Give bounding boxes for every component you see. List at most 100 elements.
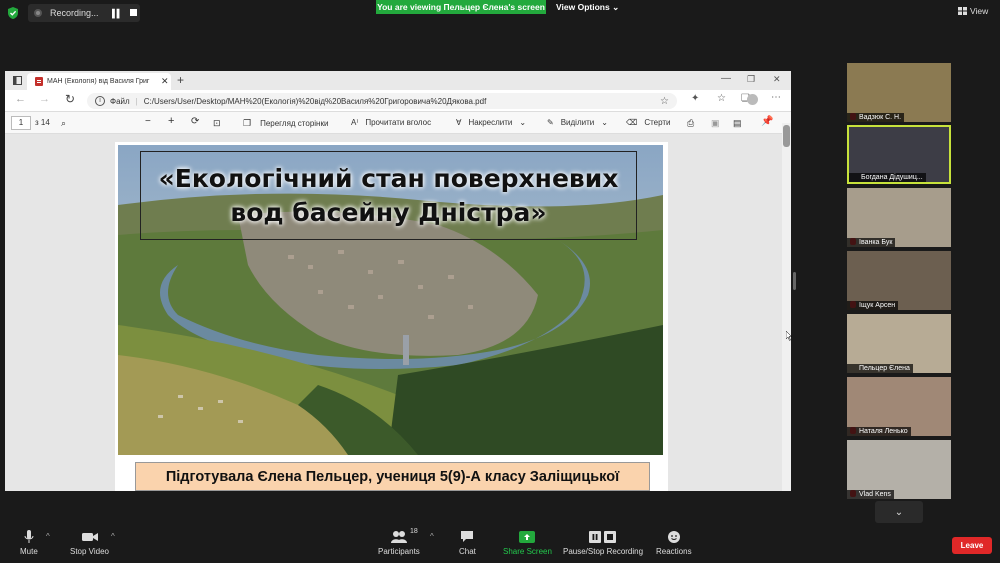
stop-recording-icon[interactable] [130, 9, 137, 16]
reactions-button[interactable]: Reactions [656, 530, 692, 556]
pause-stop-recording-icon [589, 531, 617, 543]
participants-count: 18 [410, 528, 418, 535]
slide-title-box: «Екологічний стан поверхневих вод басейн… [140, 151, 637, 240]
view-button[interactable]: View [958, 6, 988, 16]
page-count: з 14 [35, 118, 50, 127]
share-screen-icon [519, 531, 536, 543]
draw-label: Накреслити [468, 118, 513, 127]
viewing-screen-banner: You are viewing Пельцер Єлена's screen [376, 0, 546, 14]
zoom-control-bar: Mute ^ Stop Video ^ Participants 18 ^ Ch… [0, 526, 1000, 563]
chevron-down-icon: ⌄ [612, 2, 620, 12]
browser-tab[interactable]: МАН (Екологія) від Василя Григ ✕ [27, 73, 171, 90]
dniester-aerial-photo: «Екологічний стан поверхневих вод басейн… [118, 145, 663, 455]
forward-icon[interactable]: → [39, 93, 50, 105]
participants-options-chevron-icon[interactable]: ^ [430, 532, 434, 541]
participant-name: Іщук Арсен [847, 301, 899, 310]
new-tab-icon[interactable]: + [177, 73, 184, 87]
video-options-chevron-icon[interactable]: ^ [111, 532, 115, 541]
participant-gallery: Вадзюк С. Н. Богдана Дідушиц... Іванка Б… [847, 63, 953, 500]
rotate-icon[interactable]: ⟳ [191, 116, 199, 127]
print-icon[interactable]: ⎙ [687, 118, 694, 129]
scrollbar-thumb[interactable] [783, 125, 790, 147]
pause-recording-icon[interactable]: ▌▌ [112, 9, 122, 18]
participant-tile[interactable]: Вадзюк С. Н. [847, 63, 951, 122]
highlight-label: Виділити [560, 118, 595, 127]
microphone-icon [24, 530, 34, 543]
page-view-button[interactable]: ❐ Перегляд сторінки [243, 118, 328, 129]
save-as-icon[interactable]: ▤ [733, 118, 742, 129]
url-field[interactable]: i Файл | C:/Users/User/Desktop/МАН%20(Ек… [87, 93, 677, 109]
restore-icon[interactable]: ❐ [747, 74, 755, 85]
slide-title: «Екологічний стан поверхневих вод басейн… [159, 162, 619, 230]
fit-page-icon[interactable]: ⊡ [213, 118, 221, 129]
participant-tile[interactable]: Пельцер Єлена [847, 314, 951, 373]
pause-stop-recording-label: Pause/Stop Recording [563, 547, 644, 556]
favorites-icon[interactable]: ☆ [717, 93, 726, 104]
participant-tile-active[interactable]: Богдана Дідушиц... [847, 125, 951, 184]
slide-byline: Підготувала Єлена Пельцер, учениця 5(9)-… [135, 462, 650, 491]
refresh-icon[interactable]: ↻ [65, 92, 75, 106]
gallery-next-button[interactable]: ⌄ [875, 501, 923, 523]
grid-view-icon [958, 7, 967, 15]
pdf-scrollbar[interactable] [782, 123, 791, 491]
address-prefix: Файл [110, 96, 130, 106]
search-icon[interactable]: ⌕ [61, 118, 66, 129]
pause-stop-recording-button[interactable]: Pause/Stop Recording [563, 530, 643, 556]
read-aloud-button[interactable]: A⁾ Прочитати вголос [351, 118, 431, 127]
chevron-down-icon: ⌄ [894, 506, 904, 518]
view-options-dropdown[interactable]: View Options ⌄ [556, 0, 626, 14]
participants-label: Participants [378, 547, 420, 556]
participants-icon [390, 531, 407, 543]
reactions-label: Reactions [656, 547, 692, 556]
participant-tile[interactable]: Іванка Бук [847, 188, 951, 247]
extensions-icon[interactable]: ✦ [691, 93, 699, 104]
mute-button[interactable]: Mute [20, 530, 38, 556]
audio-options-chevron-icon[interactable]: ^ [46, 532, 50, 541]
close-tab-icon[interactable]: ✕ [161, 76, 169, 87]
smiley-reaction-icon [667, 531, 680, 543]
participant-name: Іванка Бук [847, 238, 896, 247]
eraser-icon: ⌫ [626, 118, 638, 127]
slide-title-line-1: «Екологічний стан поверхневих [158, 163, 619, 193]
pdf-page: «Екологічний стан поверхневих вод басейн… [115, 142, 668, 491]
more-menu-icon[interactable]: ⋯ [771, 92, 781, 103]
pdf-viewer-area: «Екологічний стан поверхневих вод басейн… [5, 134, 791, 491]
participant-tile[interactable]: Наталя Ленько [847, 377, 951, 436]
read-aloud-label: Прочитати вголос [365, 118, 432, 127]
read-aloud-icon: A⁾ [351, 118, 359, 127]
chat-bubble-icon [461, 531, 474, 542]
share-screen-button[interactable]: Share Screen [503, 530, 552, 556]
zoom-out-icon[interactable]: − [145, 116, 151, 127]
info-icon[interactable]: i [95, 96, 105, 106]
save-icon[interactable]: ▣ [711, 118, 720, 129]
participant-tile[interactable]: Vlad Kens [847, 440, 951, 499]
stop-video-label: Stop Video [70, 547, 109, 556]
zoom-in-icon[interactable]: + [168, 115, 174, 127]
encryption-shield-icon[interactable] [6, 6, 20, 20]
erase-button[interactable]: ⌫ Стерти [626, 118, 671, 127]
chat-button[interactable]: Chat [459, 530, 476, 556]
participant-name: Vlad Kens [847, 490, 894, 499]
favorite-star-icon[interactable]: ☆ [660, 96, 669, 107]
view-options-label: View Options [556, 2, 610, 12]
close-window-icon[interactable]: ✕ [773, 74, 781, 85]
browser-tab-bar: МАН (Екологія) від Василя Григ ✕ + — ❐ ✕ [5, 71, 791, 90]
profile-avatar[interactable] [747, 94, 758, 105]
url-text: C:/Users/User/Desktop/МАН%20(Екологія)%2… [143, 96, 487, 106]
back-icon[interactable]: ← [15, 93, 26, 105]
stop-video-button[interactable]: Stop Video [70, 530, 109, 556]
recording-dot-icon [34, 9, 42, 17]
page-view-label: Перегляд сторінки [260, 119, 329, 128]
participant-name: Вадзюк С. Н. [847, 113, 905, 122]
tab-actions-icon[interactable] [13, 76, 22, 85]
minimize-icon[interactable]: — [721, 73, 731, 84]
pin-toolbar-icon[interactable]: 📌 [761, 116, 773, 127]
pdf-file-icon [35, 77, 43, 86]
leave-button[interactable]: Leave [952, 537, 992, 554]
highlight-button[interactable]: ✎ Виділити ⌄ [547, 118, 608, 127]
draw-icon: ∀ [456, 118, 462, 127]
page-number-input[interactable]: 1 [11, 116, 31, 130]
gallery-resize-handle[interactable] [793, 272, 796, 290]
participant-tile[interactable]: Іщук Арсен [847, 251, 951, 310]
draw-button[interactable]: ∀ Накреслити ⌄ [456, 118, 526, 127]
